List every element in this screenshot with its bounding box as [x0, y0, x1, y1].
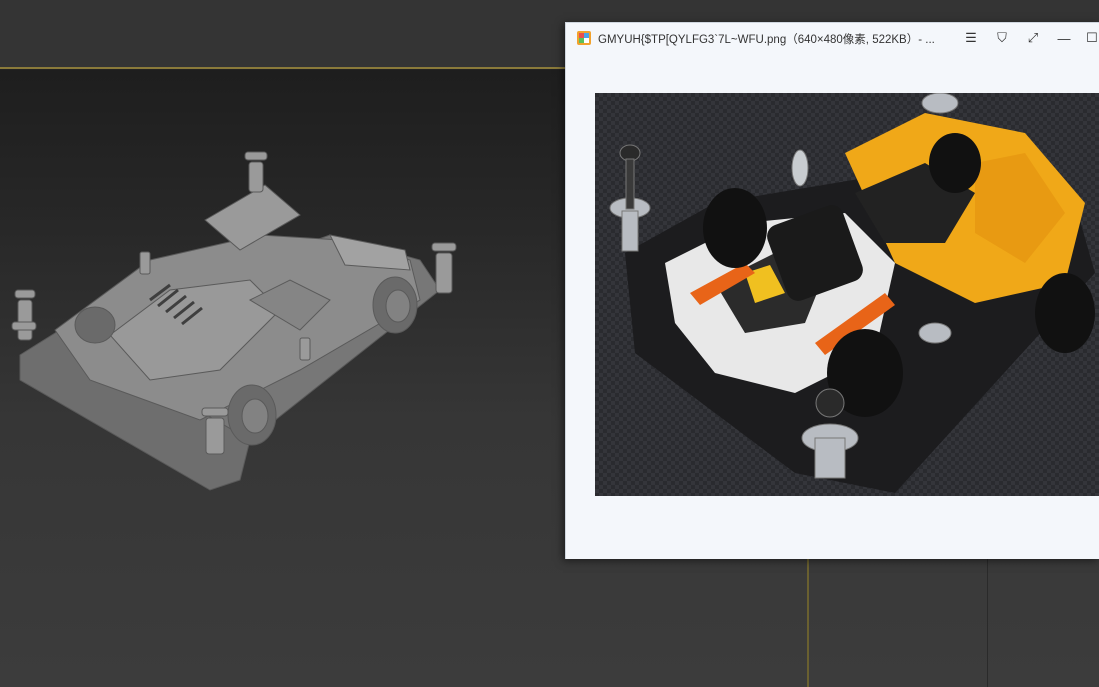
viewport-divider-line: [807, 558, 809, 687]
viewer-titlebar[interactable]: GMYUH{$TP[QYLFG3`7L~WFU.png（640×480像素, 5…: [566, 23, 1099, 53]
fullscreen-icon[interactable]: ⤢: [1022, 28, 1044, 48]
3d-car-model[interactable]: [0, 140, 470, 500]
viewport-divider-line-2: [987, 558, 988, 687]
image-viewer-app-icon: [576, 30, 592, 46]
viewer-title: GMYUH{$TP[QYLFG3`7L~WFU.png（640×480像素, 5…: [598, 34, 935, 46]
hamburger-menu-icon[interactable]: ☰: [960, 28, 982, 48]
viewport-safe-frame-line: [0, 67, 565, 69]
image-viewer-window[interactable]: GMYUH{$TP[QYLFG3`7L~WFU.png（640×480像素, 5…: [565, 22, 1099, 559]
maximize-icon[interactable]: ☐: [1081, 28, 1099, 48]
car-photo: [595, 93, 1099, 496]
minimize-icon[interactable]: —: [1053, 28, 1075, 48]
pin-icon[interactable]: ⛉: [991, 28, 1013, 48]
